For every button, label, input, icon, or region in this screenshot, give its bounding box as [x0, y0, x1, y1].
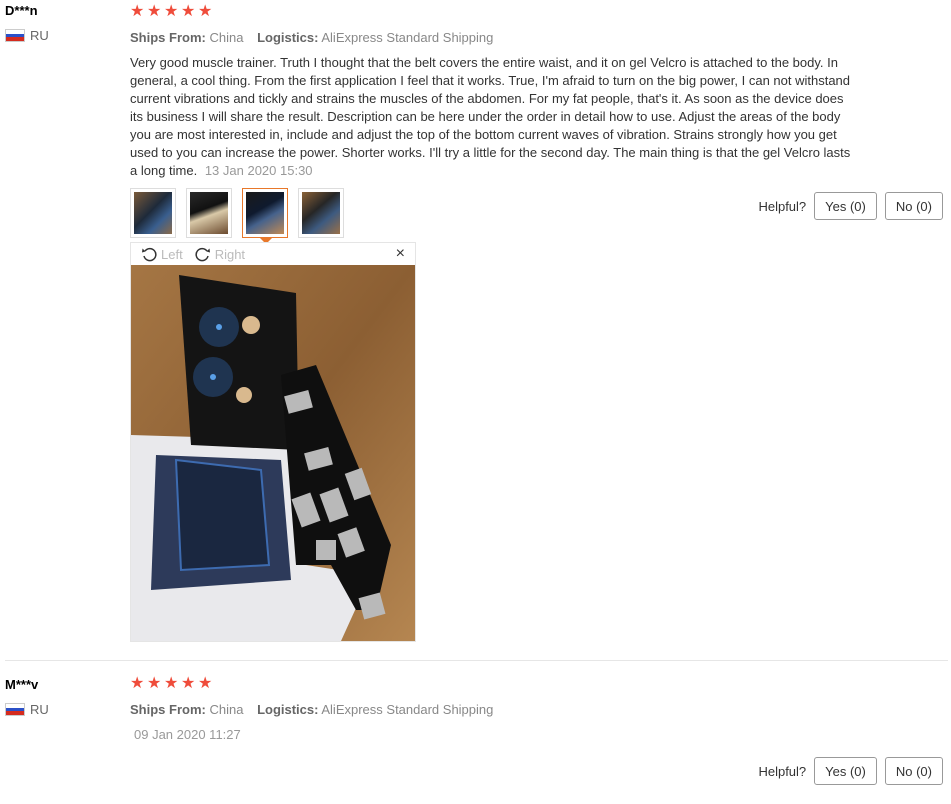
star-icon: ★	[181, 675, 196, 692]
helpful-yes-button[interactable]: Yes (0)	[814, 192, 877, 220]
review-divider	[5, 660, 948, 661]
review-date: 13 Jan 2020 15:30	[204, 163, 313, 178]
photo-thumbnail[interactable]	[186, 188, 232, 238]
star-icon: ★	[164, 3, 179, 20]
helpful-no-button[interactable]: No (0)	[884, 192, 943, 220]
helpful-yes-button[interactable]: Yes (0)	[814, 757, 877, 785]
rotate-left-label: Left	[161, 246, 183, 262]
shipping-info: Ships From: China Logistics: AliExpress …	[130, 702, 870, 717]
photo-thumbnail[interactable]	[298, 188, 344, 238]
review-body: Very good muscle trainer. Truth I though…	[130, 55, 851, 178]
reviewer-country: RU	[5, 28, 49, 43]
star-icon: ★	[147, 3, 162, 20]
rotate-left-button[interactable]: Left	[141, 246, 183, 262]
country-code: RU	[30, 702, 49, 717]
ships-from-value: China	[209, 702, 244, 717]
star-icon: ★	[198, 3, 213, 20]
viewer-toolbar: Left Right ×	[131, 243, 415, 265]
photo-viewer: Left Right ×	[130, 242, 416, 642]
helpful-vote: Helpful? Yes (0) No (0)	[758, 192, 943, 220]
helpful-no-button[interactable]: No (0)	[884, 757, 943, 785]
reviewer-info: M***v RU	[5, 677, 49, 717]
photo-thumbnail[interactable]	[130, 188, 176, 238]
rotate-right-icon	[195, 247, 210, 262]
star-rating: ★ ★ ★ ★ ★	[130, 4, 870, 20]
rotate-right-label: Right	[214, 246, 246, 262]
star-icon: ★	[198, 675, 213, 692]
review-text: Very good muscle trainer. Truth I though…	[130, 54, 860, 180]
reviewer-name: M***v	[5, 677, 39, 692]
star-icon: ★	[181, 3, 196, 20]
star-rating: ★ ★ ★ ★ ★	[130, 676, 870, 692]
star-icon: ★	[164, 675, 179, 692]
shipping-info: Ships From: China Logistics: AliExpress …	[130, 30, 870, 45]
helpful-label: Helpful?	[758, 763, 807, 779]
ships-from-label: Ships From:	[130, 30, 206, 45]
flag-ru-icon	[5, 703, 25, 716]
helpful-vote: Helpful? Yes (0) No (0)	[758, 757, 943, 785]
ships-from-label: Ships From:	[130, 702, 206, 717]
rotate-right-button[interactable]: Right	[195, 246, 245, 262]
star-icon: ★	[130, 675, 145, 692]
reviewer-info: D***n RU	[5, 3, 49, 43]
logistics-label: Logistics:	[257, 702, 319, 717]
review-text: 09 Jan 2020 11:27	[130, 726, 860, 744]
helpful-label: Helpful?	[758, 198, 807, 214]
flag-ru-icon	[5, 29, 25, 42]
star-icon: ★	[130, 3, 145, 20]
reviewer-country: RU	[5, 702, 49, 717]
logistics-value: AliExpress Standard Shipping	[321, 30, 494, 45]
logistics-label: Logistics:	[257, 30, 319, 45]
close-icon[interactable]: ×	[396, 245, 405, 263]
logistics-value: AliExpress Standard Shipping	[321, 702, 494, 717]
review-date: 09 Jan 2020 11:27	[134, 727, 241, 742]
rotate-left-icon	[142, 247, 157, 262]
reviewer-name: D***n	[5, 3, 38, 18]
ships-from-value: China	[209, 30, 244, 45]
country-code: RU	[30, 28, 49, 43]
review-photo-large	[131, 265, 415, 641]
photo-thumbnail-selected[interactable]	[242, 188, 288, 244]
star-icon: ★	[147, 675, 162, 692]
